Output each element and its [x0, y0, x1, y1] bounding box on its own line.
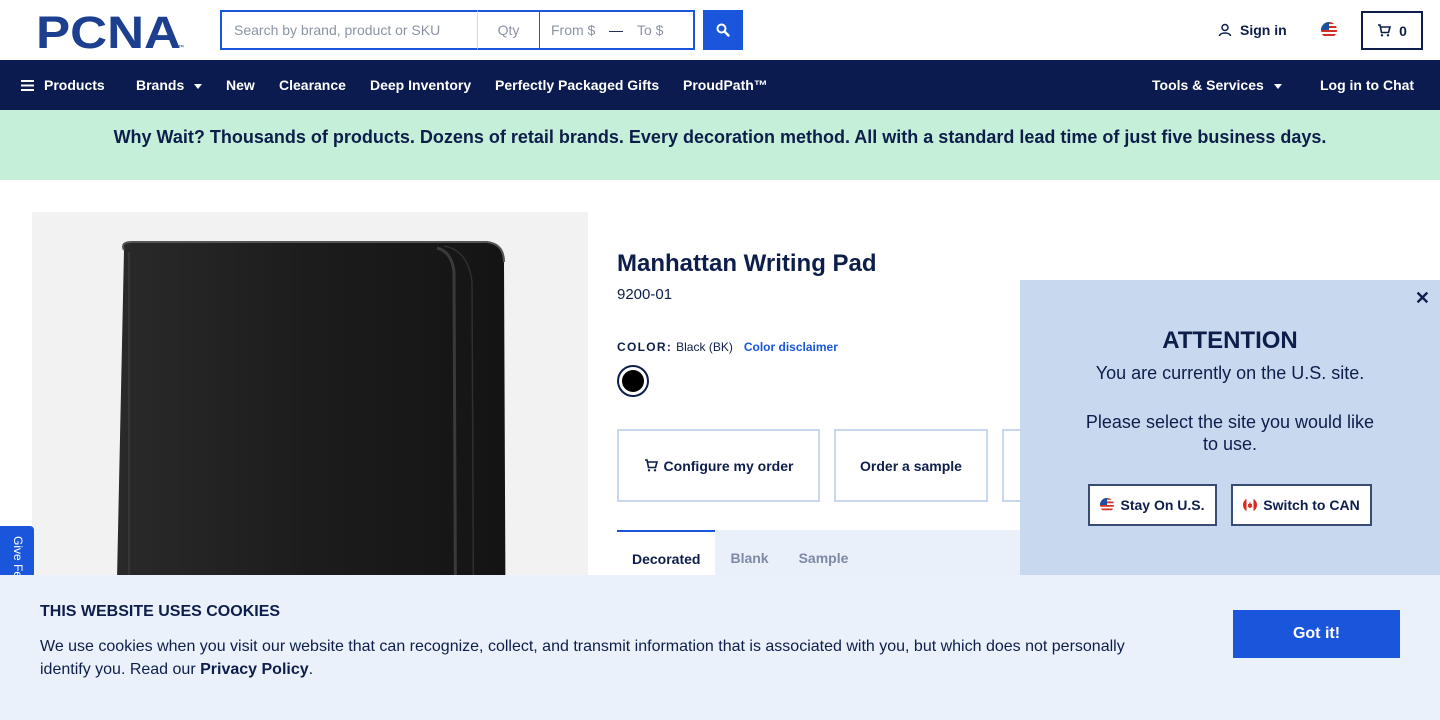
tab-blank-label: Blank: [730, 549, 769, 566]
user-icon: [1218, 23, 1232, 37]
price-to-input[interactable]: [626, 12, 692, 48]
nav-new[interactable]: New: [226, 60, 255, 110]
stay-us-label: Stay On U.S.: [1120, 497, 1205, 513]
chevron-down-icon: [194, 84, 203, 89]
switch-can-button[interactable]: Switch to CAN: [1231, 484, 1372, 526]
switch-can-label: Switch to CAN: [1263, 497, 1360, 513]
main-nav: Products Brands New Clearance Deep Inven…: [0, 60, 1440, 110]
chevron-down-icon: [1273, 84, 1282, 89]
cart-button[interactable]: 0: [1361, 11, 1423, 50]
logo-text: PCNA: [36, 12, 181, 50]
privacy-policy-link[interactable]: Privacy Policy: [200, 661, 309, 678]
nav-clearance[interactable]: Clearance: [279, 60, 346, 110]
modal-prompt: Please select the site you would like to…: [1085, 412, 1375, 454]
nav-products-label: Products: [44, 77, 105, 93]
product-title: Manhattan Writing Pad: [617, 250, 877, 277]
svg-text:™: ™: [178, 44, 184, 50]
qty-input[interactable]: [478, 10, 540, 50]
close-icon[interactable]: ✕: [1415, 288, 1430, 309]
cart-count: 0: [1399, 22, 1407, 39]
us-flag-icon[interactable]: [1321, 22, 1337, 38]
cookie-text-end: .: [308, 661, 314, 678]
configure-order-button[interactable]: Configure my order: [617, 429, 820, 502]
cookie-banner: THIS WEBSITE USES COOKIES We use cookies…: [0, 575, 1440, 720]
modal-current-site: You are currently on the U.S. site.: [1095, 363, 1365, 383]
nav-packaged-gifts[interactable]: Perfectly Packaged Gifts: [495, 60, 659, 110]
color-disclaimer-link[interactable]: Color disclaimer: [744, 340, 838, 354]
order-sample-label: Order a sample: [860, 457, 962, 474]
site-select-modal: ✕ ATTENTION You are currently on the U.S…: [1020, 280, 1440, 580]
hamburger-icon: [21, 79, 34, 91]
price-range: —: [540, 10, 695, 50]
sign-in-label: Sign in: [1240, 22, 1287, 38]
color-swatch-black[interactable]: [617, 365, 649, 397]
color-value: Black (BK): [676, 340, 733, 354]
search-input[interactable]: [220, 10, 478, 50]
nav-tools-label: Tools & Services: [1152, 77, 1264, 93]
swatch-fill: [622, 370, 644, 392]
nav-deep-inventory-label: Deep Inventory: [370, 77, 472, 93]
tab-blank[interactable]: Blank: [715, 530, 783, 575]
accept-cookies-button[interactable]: Got it!: [1233, 610, 1400, 658]
nav-brands[interactable]: Brands: [136, 60, 203, 110]
canada-flag-icon: [1243, 498, 1258, 512]
modal-title: ATTENTION: [1162, 327, 1298, 354]
nav-chat-login[interactable]: Log in to Chat: [1320, 60, 1414, 110]
stay-us-button[interactable]: Stay On U.S.: [1088, 484, 1217, 526]
site-header: PCNA ™ — Sign in 0: [0, 0, 1440, 60]
nav-proudpath-label: ProudPath™: [683, 77, 768, 93]
pcna-logo[interactable]: PCNA ™: [36, 12, 186, 50]
search-bar: —: [220, 10, 695, 50]
nav-new-label: New: [226, 77, 255, 93]
nav-proudpath[interactable]: ProudPath™: [683, 60, 768, 110]
cookie-title: THIS WEBSITE USES COOKIES: [40, 603, 281, 620]
tab-sample-label: Sample: [798, 549, 849, 566]
nav-packaged-gifts-label: Perfectly Packaged Gifts: [495, 77, 660, 93]
product-sku: 9200-01: [617, 286, 673, 303]
search-button[interactable]: [703, 10, 743, 50]
nav-clearance-label: Clearance: [279, 77, 346, 93]
color-info: COLOR: Black (BK) Color disclaimer: [617, 340, 838, 354]
tab-decorated-label: Decorated: [632, 550, 701, 567]
color-label: COLOR:: [617, 340, 673, 354]
configure-order-label: Configure my order: [663, 457, 794, 474]
nav-brands-label: Brands: [136, 77, 185, 93]
nav-chat-label: Log in to Chat: [1320, 77, 1415, 93]
order-sample-button[interactable]: Order a sample: [834, 429, 988, 502]
cart-icon: [1378, 24, 1392, 37]
nav-tools-services[interactable]: Tools & Services: [1152, 60, 1282, 110]
tab-sample[interactable]: Sample: [784, 530, 864, 575]
sign-in-link[interactable]: Sign in: [1218, 22, 1287, 38]
promo-banner: Why Wait? Thousands of products. Dozens …: [0, 110, 1440, 180]
nav-deep-inventory[interactable]: Deep Inventory: [370, 60, 471, 110]
search-icon: [716, 23, 730, 37]
us-flag-icon: [1100, 498, 1115, 512]
promo-banner-text: Why Wait? Thousands of products. Dozens …: [113, 126, 1327, 147]
tab-decorated[interactable]: Decorated: [617, 530, 716, 575]
nav-products[interactable]: Products: [21, 60, 105, 110]
cart-icon: [644, 459, 658, 472]
price-separator: —: [609, 22, 623, 38]
price-from-input[interactable]: [540, 12, 606, 48]
cookie-text: We use cookies when you visit our websit…: [40, 635, 1160, 681]
